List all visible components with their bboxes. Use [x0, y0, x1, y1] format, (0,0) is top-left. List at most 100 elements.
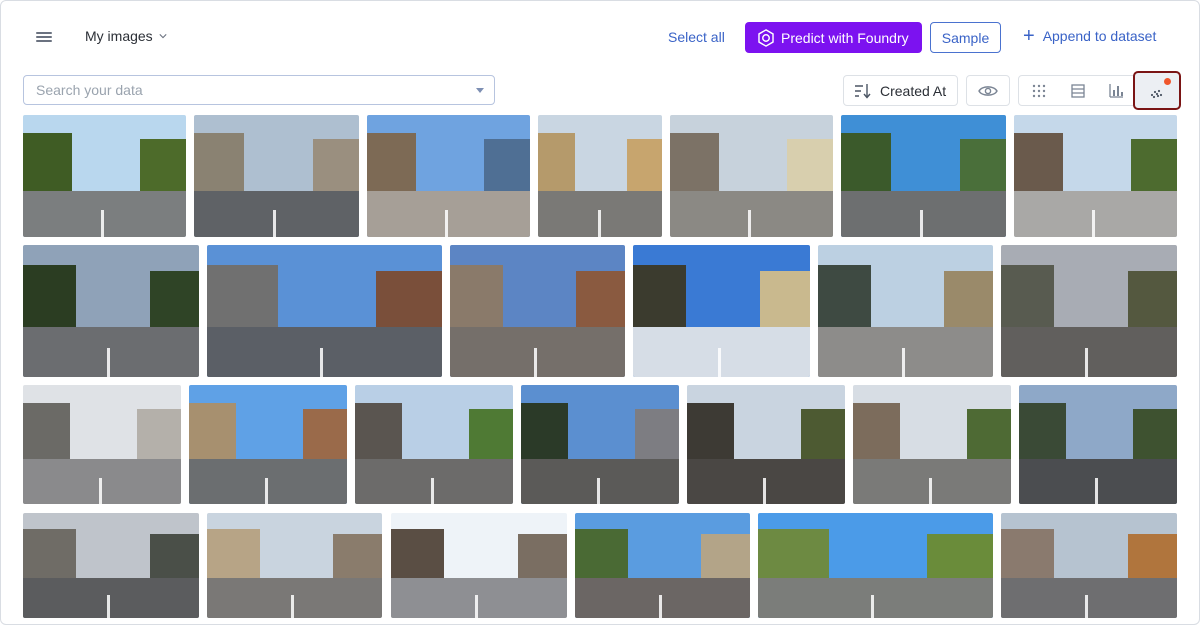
lane-marking — [319, 347, 323, 377]
street-ground — [1014, 190, 1177, 237]
street-ground — [391, 578, 567, 618]
gallery-image-thumbnail[interactable] — [841, 115, 1006, 237]
bar-chart-icon — [1109, 83, 1123, 98]
gallery-image-thumbnail[interactable] — [367, 115, 530, 237]
gallery-image-thumbnail[interactable] — [633, 245, 810, 377]
gallery-image-thumbnail[interactable] — [1019, 385, 1177, 504]
select-all-link[interactable]: Select all — [668, 29, 725, 45]
street-ground — [23, 326, 199, 377]
gallery-image-thumbnail[interactable] — [575, 513, 750, 618]
gallery-image-thumbnail[interactable] — [189, 385, 347, 504]
lane-marking — [1085, 347, 1089, 377]
lane-marking — [273, 210, 277, 237]
street-ground — [1001, 578, 1177, 618]
street-ground — [194, 190, 359, 237]
gallery-image-thumbnail[interactable] — [1001, 245, 1177, 377]
lane-marking — [870, 594, 874, 618]
grid-view-button[interactable] — [1019, 76, 1058, 105]
dataset-dropdown[interactable]: My images — [85, 28, 167, 44]
lane-marking — [928, 477, 932, 504]
app-frame: My images Select all Predict with Foundr… — [0, 0, 1200, 625]
append-button-label: Append to dataset — [1042, 28, 1157, 44]
street-ground — [853, 458, 1011, 504]
street-ground — [841, 190, 1006, 237]
lane-marking — [1085, 594, 1089, 618]
street-ground — [367, 190, 530, 237]
gallery-image-thumbnail[interactable] — [1001, 513, 1177, 618]
gallery-image-thumbnail[interactable] — [207, 513, 382, 618]
lane-marking — [762, 477, 766, 504]
gallery-image-thumbnail[interactable] — [538, 115, 662, 237]
gallery-image-thumbnail[interactable] — [23, 115, 186, 237]
lane-marking — [107, 594, 111, 618]
gallery-image-thumbnail[interactable] — [521, 385, 679, 504]
street-ground — [1019, 458, 1177, 504]
search-input[interactable] — [34, 81, 476, 99]
street-ground — [189, 458, 347, 504]
gallery-image-thumbnail[interactable] — [23, 245, 199, 377]
street-ground — [23, 458, 181, 504]
sort-button[interactable]: Created At — [843, 75, 958, 106]
street-ground — [818, 326, 993, 377]
append-to-dataset-button[interactable]: + Append to dataset — [1023, 25, 1157, 47]
street-ground — [355, 458, 513, 504]
hamburger-menu-icon[interactable] — [31, 25, 57, 49]
gallery-image-thumbnail[interactable] — [23, 385, 181, 504]
lane-marking — [1092, 210, 1096, 237]
gallery-image-thumbnail[interactable] — [23, 513, 199, 618]
street-ground — [23, 578, 199, 618]
gallery-image-thumbnail[interactable] — [687, 385, 845, 504]
street-ground — [633, 326, 810, 377]
embedding-view-button[interactable] — [1133, 71, 1181, 110]
list-view-button[interactable] — [1058, 76, 1097, 105]
lane-marking — [475, 594, 479, 618]
view-switcher — [1018, 71, 1181, 110]
visibility-toggle-button[interactable] — [966, 75, 1010, 106]
gallery-image-thumbnail[interactable] — [758, 513, 993, 618]
lane-marking — [920, 210, 924, 237]
lane-marking — [1094, 477, 1098, 504]
search-bar[interactable] — [23, 75, 495, 105]
street-ground — [23, 190, 186, 237]
street-ground — [687, 458, 845, 504]
lane-marking — [264, 477, 268, 504]
scatter-plot-icon — [1150, 89, 1163, 98]
lane-marking — [659, 594, 662, 618]
search-dropdown-caret-icon[interactable] — [476, 87, 484, 93]
gallery-image-thumbnail[interactable] — [1014, 115, 1177, 237]
lane-marking — [748, 210, 752, 237]
gallery-image-thumbnail[interactable] — [853, 385, 1011, 504]
list-icon — [1070, 83, 1085, 98]
lane-marking — [717, 347, 721, 377]
gallery-image-thumbnail[interactable] — [450, 245, 625, 377]
street-ground — [758, 578, 993, 618]
chevron-down-icon — [159, 34, 167, 39]
gallery-image-thumbnail[interactable] — [207, 245, 442, 377]
lane-marking — [902, 347, 905, 377]
lane-marking — [597, 210, 601, 237]
lane-marking — [101, 210, 105, 237]
lane-marking — [107, 347, 111, 377]
lane-marking — [430, 477, 434, 504]
chart-view-button[interactable] — [1097, 76, 1136, 105]
lane-marking — [596, 477, 600, 504]
gallery-image-thumbnail[interactable] — [194, 115, 359, 237]
gallery-image-thumbnail[interactable] — [818, 245, 993, 377]
gallery-image-thumbnail[interactable] — [355, 385, 513, 504]
lane-marking — [98, 477, 102, 504]
street-ground — [207, 578, 382, 618]
plus-icon: + — [1023, 25, 1035, 47]
gallery-image-thumbnail[interactable] — [670, 115, 833, 237]
sort-label: Created At — [880, 82, 947, 99]
gallery-image-thumbnail[interactable] — [391, 513, 567, 618]
sample-button[interactable]: Sample — [930, 22, 1001, 53]
notification-dot — [1164, 78, 1171, 85]
predict-button-label: Predict with Foundry — [781, 29, 909, 46]
grid-icon — [1032, 84, 1045, 97]
predict-with-foundry-button[interactable]: Predict with Foundry — [745, 22, 922, 53]
street-ground — [207, 326, 442, 377]
lane-marking — [291, 594, 294, 618]
top-bar: My images Select all Predict with Foundr… — [1, 1, 1199, 110]
street-ground — [1001, 326, 1177, 377]
street-ground — [575, 578, 750, 618]
